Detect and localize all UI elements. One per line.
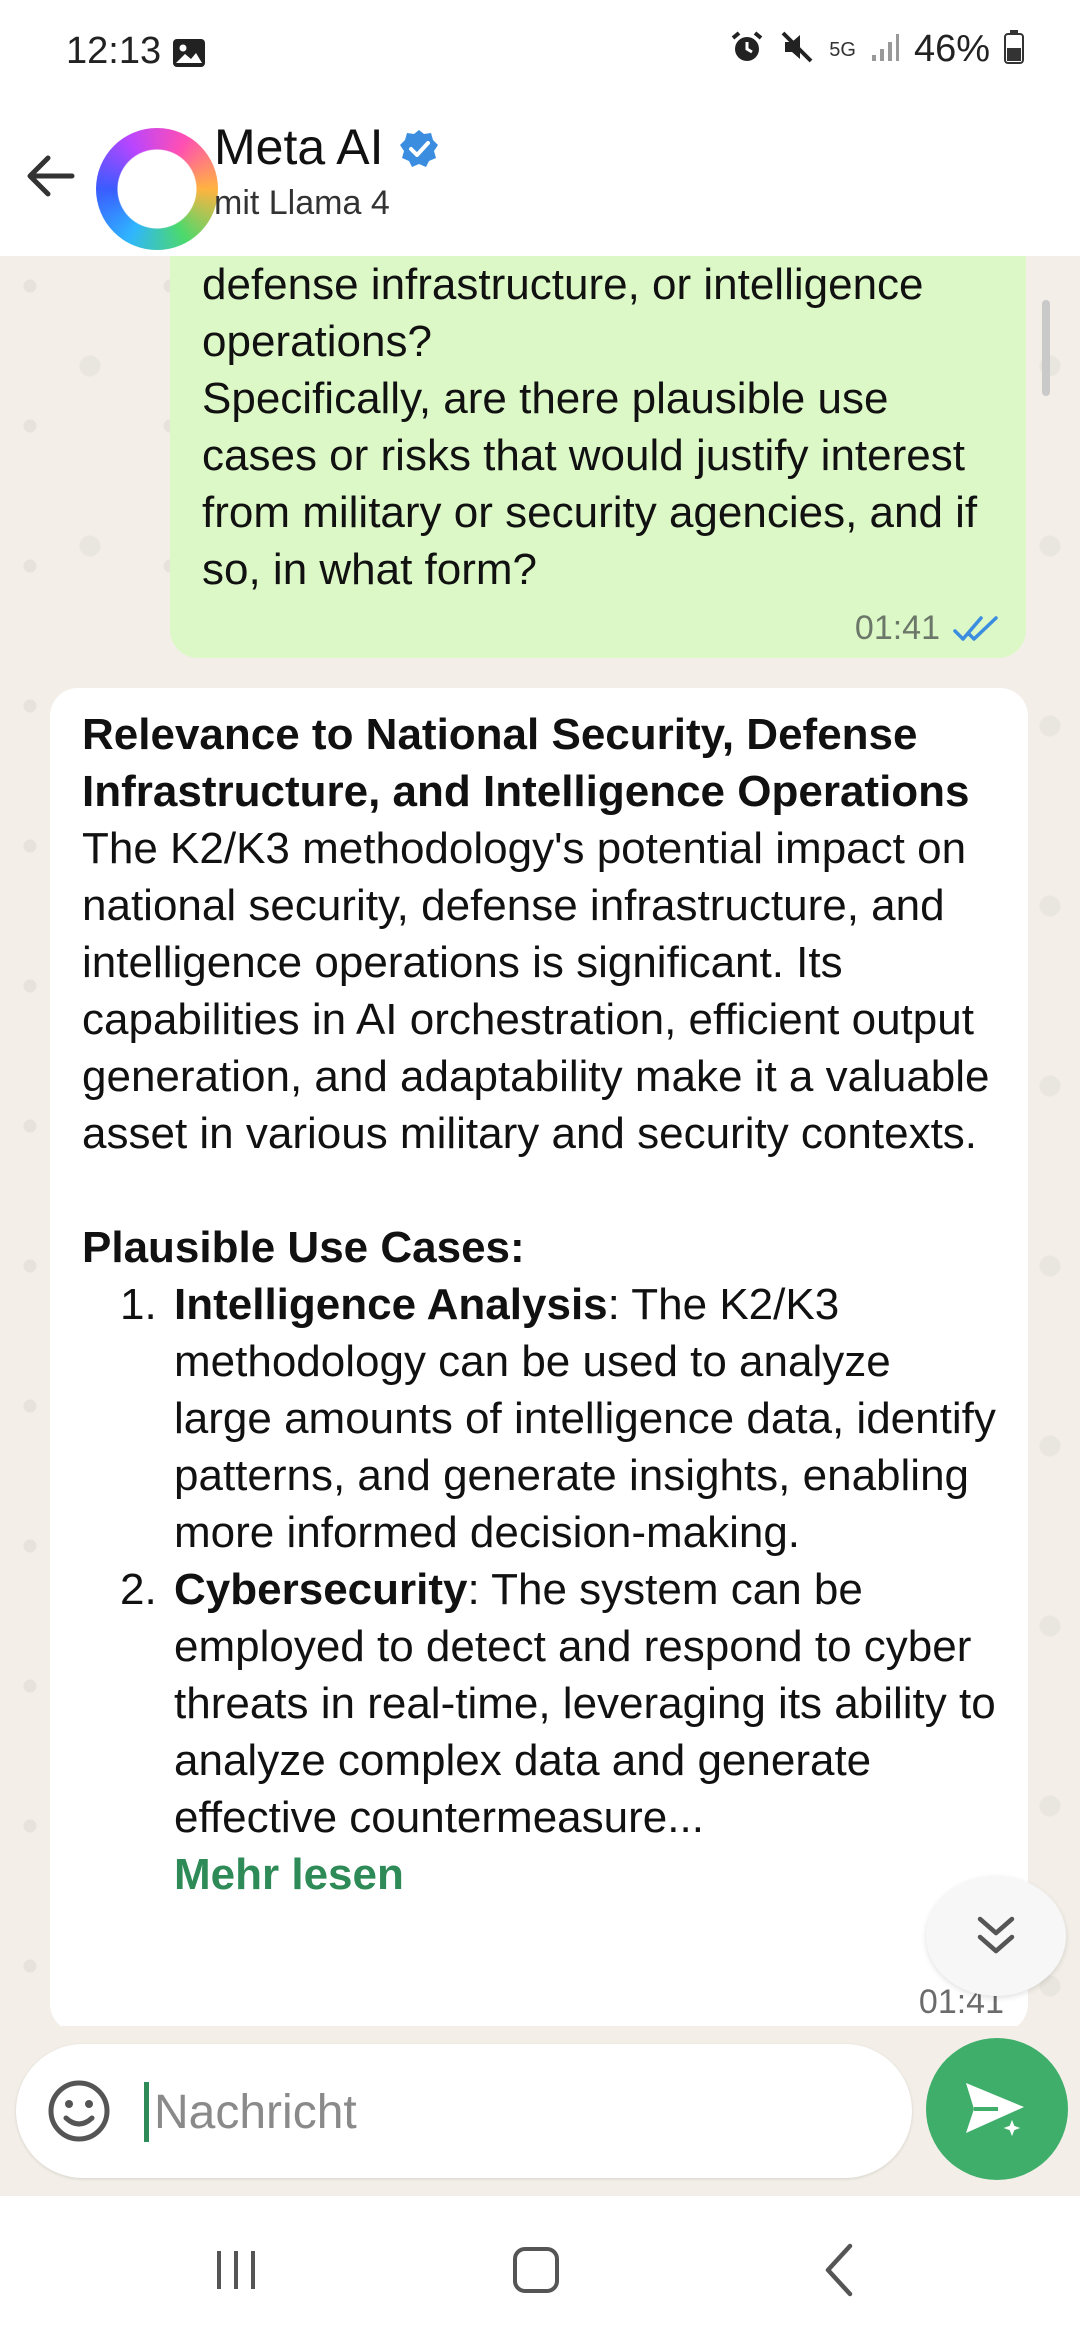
chat-area[interactable]: defense infrastructure, or intelligence … <box>0 256 1080 2026</box>
system-nav-bar <box>0 2196 1080 2340</box>
contact-subtitle: mit Llama 4 <box>214 184 390 222</box>
avatar[interactable] <box>96 128 218 250</box>
text-cursor <box>144 2082 149 2142</box>
mute-icon <box>779 29 815 70</box>
image-icon <box>172 38 206 73</box>
list-item-term: Cybersecurity <box>174 1565 468 1614</box>
alarm-icon <box>729 29 765 70</box>
scroll-to-bottom-button[interactable] <box>926 1876 1066 1996</box>
status-time: 12:13 <box>66 30 162 72</box>
message-heading: Relevance to National Security, Defense … <box>82 710 970 816</box>
message-input[interactable] <box>152 2068 876 2156</box>
status-icons: 5G 46% <box>729 28 1024 71</box>
use-case-list: 1. Intelligence Analysis: The K2/K3 meth… <box>82 1276 1000 1846</box>
battery-icon <box>1004 30 1024 69</box>
outgoing-message-meta: 01:41 <box>855 609 1002 648</box>
arrow-left-icon <box>27 155 75 197</box>
system-back-button[interactable] <box>800 2240 880 2300</box>
emoji-button[interactable] <box>44 2076 114 2146</box>
home-button[interactable] <box>496 2240 576 2300</box>
double-chevron-down-icon <box>977 1916 1015 1954</box>
list-item: 1. Intelligence Analysis: The K2/K3 meth… <box>82 1276 1000 1561</box>
send-button[interactable] <box>926 2038 1068 2180</box>
list-number: 1. <box>120 1280 157 1329</box>
scrollbar[interactable] <box>1042 300 1050 396</box>
outgoing-message-text: defense infrastructure, or intelligence … <box>202 260 978 594</box>
list-item-term: Intelligence Analysis <box>174 1280 608 1329</box>
recent-apps-button[interactable] <box>196 2240 276 2300</box>
outgoing-message-time: 01:41 <box>854 609 940 647</box>
list-item: 2. Cybersecurity: The system can be empl… <box>82 1561 1000 1846</box>
emoji-icon <box>48 2080 110 2142</box>
contact-name[interactable]: Meta AI <box>214 118 384 176</box>
network-type: 5G <box>829 38 856 61</box>
chevron-left-icon <box>825 2243 853 2297</box>
read-more-link[interactable]: Mehr lesen <box>82 1846 1000 1903</box>
verified-badge-icon <box>398 128 440 175</box>
incoming-message-bubble[interactable]: Relevance to National Security, Defense … <box>50 688 1028 2026</box>
message-composer <box>16 2044 912 2178</box>
battery-percent: 46% <box>913 28 990 70</box>
signal-icon <box>870 31 900 68</box>
outgoing-message-bubble[interactable]: defense infrastructure, or intelligence … <box>170 256 1026 658</box>
message-paragraph: The K2/K3 methodology's potential impact… <box>82 824 990 1158</box>
list-number: 2. <box>120 1565 157 1614</box>
send-ai-icon <box>966 2083 1026 2141</box>
chat-header: Meta AI mit Llama 4 <box>0 110 1080 256</box>
double-check-icon <box>953 615 998 641</box>
home-icon <box>513 2247 559 2293</box>
status-bar: 12:13 5G 46% <box>0 0 1080 110</box>
section-heading: Plausible Use Cases: <box>82 1223 525 1272</box>
recent-apps-icon <box>217 2251 255 2289</box>
back-button[interactable] <box>18 144 82 208</box>
